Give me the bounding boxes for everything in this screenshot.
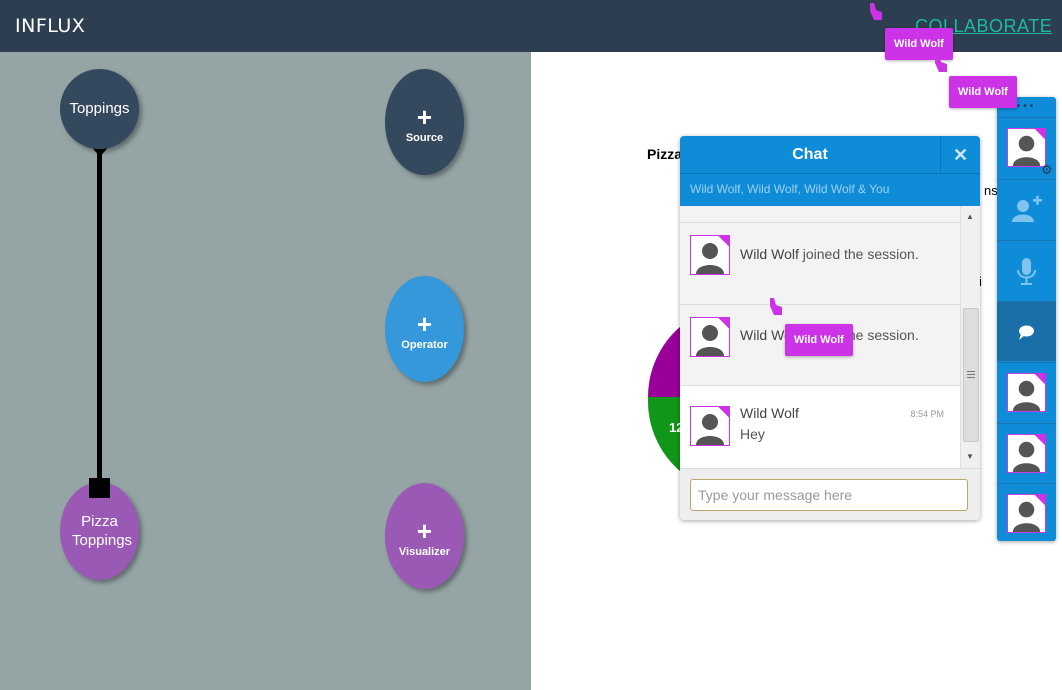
add-user-button[interactable]: [997, 179, 1056, 239]
collaborator-tag: Wild Wolf: [949, 76, 1017, 108]
microphone-button[interactable]: [997, 240, 1056, 300]
node-toppings[interactable]: Toppings: [60, 69, 139, 149]
add-user-icon: [1012, 195, 1042, 222]
chat-toggle-button[interactable]: [997, 301, 1056, 361]
add-source-button[interactable]: + Source: [385, 69, 464, 175]
add-visualizer-button[interactable]: + Visualizer: [385, 483, 464, 589]
flow-canvas[interactable]: Toppings + Source + Operator Pizza Toppi…: [0, 52, 531, 690]
scroll-thumb[interactable]: [963, 308, 979, 442]
chat-message-body: Hey: [740, 426, 765, 442]
collaborator-avatar[interactable]: [997, 362, 1056, 422]
chat-participants: Wild Wolf, Wild Wolf, Wild Wolf & You: [680, 174, 980, 206]
add-source-label: Source: [405, 132, 444, 144]
chat-input-area: [680, 468, 980, 520]
edge-endpoint-handle[interactable]: [89, 478, 110, 498]
chat-message-body: joined the session.: [798, 246, 919, 262]
pointer-hand-icon: [770, 298, 782, 315]
chart-title: Pizza: [647, 146, 683, 162]
user-avatar-icon: [1007, 373, 1046, 412]
node-pizza-toppings-label: Pizza Toppings: [72, 513, 133, 549]
microphone-icon: [1017, 258, 1036, 285]
chat-scrollbar[interactable]: ▲ ▼: [960, 206, 980, 468]
user-avatar-icon: [1007, 434, 1046, 473]
chat-bubble-icon: [1019, 325, 1034, 340]
plus-icon: +: [416, 102, 433, 132]
add-visualizer-label: Visualizer: [398, 546, 451, 558]
plus-icon: +: [416, 309, 433, 339]
chat-message: Wild Wolf joined the session.: [680, 222, 960, 304]
chat-message-author: Wild Wolf: [740, 246, 799, 262]
user-avatar-icon: [690, 317, 730, 357]
chart-legend: ns: [984, 183, 998, 198]
chat-header: Chat ✕: [680, 136, 980, 174]
gear-icon[interactable]: ⚙: [1041, 162, 1053, 178]
collaborator-avatar[interactable]: [997, 423, 1056, 483]
chat-message-input[interactable]: [690, 479, 968, 511]
chat-message-text: Wild Wolf joined the session.: [740, 246, 919, 262]
user-avatar-icon: [1007, 494, 1046, 533]
close-icon[interactable]: ✕: [940, 136, 980, 174]
collaborator-tag: Wild Wolf: [785, 324, 853, 356]
collaborator-avatar[interactable]: [997, 483, 1056, 543]
add-operator-label: Operator: [401, 339, 448, 351]
scroll-down-icon[interactable]: ▼: [966, 452, 974, 461]
pointer-hand-icon: [935, 55, 947, 72]
chat-message-time: 8:54 PM: [910, 409, 944, 419]
app-brand[interactable]: INFLUX: [15, 15, 85, 37]
user-avatar-icon: [690, 235, 730, 275]
user-avatar-icon: [690, 406, 730, 446]
node-toppings-label: Toppings: [69, 100, 130, 117]
pointer-hand-icon: [870, 3, 882, 20]
scroll-up-icon[interactable]: ▲: [966, 212, 974, 221]
flow-edge: [97, 152, 102, 482]
plus-icon: +: [416, 516, 433, 546]
chat-title: Chat: [792, 146, 828, 163]
collaboration-sidebar: ••• ⚙: [997, 97, 1056, 541]
chat-message-author: Wild Wolf: [740, 405, 799, 421]
add-operator-button[interactable]: + Operator: [385, 276, 464, 382]
sidebar-self-avatar[interactable]: ⚙: [997, 117, 1056, 177]
chat-message: Wild Wolf Hey 8:54 PM: [680, 385, 960, 468]
